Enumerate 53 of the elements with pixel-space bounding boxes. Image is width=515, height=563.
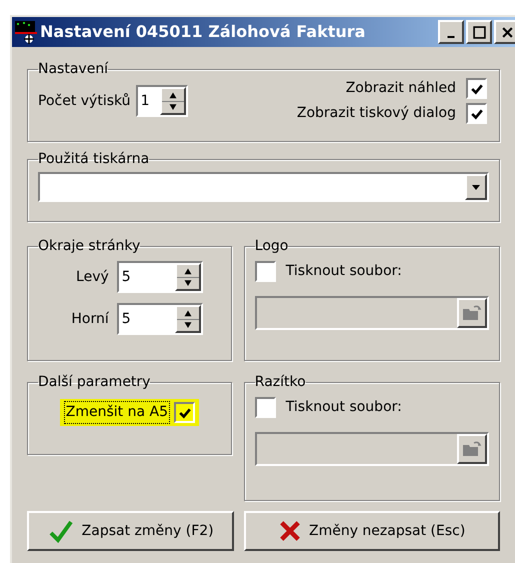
reduce-option[interactable]: Zmenšit na A5 (60, 399, 199, 426)
spin-buttons[interactable] (174, 305, 201, 333)
checkbox-label: Tisknout soubor: (286, 262, 402, 281)
check-icon (470, 82, 482, 94)
printer-dropdown[interactable] (38, 172, 489, 202)
caret-icon (471, 182, 481, 192)
app-icon (14, 20, 38, 44)
checkbox[interactable] (466, 103, 487, 124)
checkbox[interactable] (174, 402, 195, 423)
spin-field[interactable]: 5 (116, 261, 203, 293)
save-button[interactable]: Zapsat změny (F2) (27, 511, 234, 551)
field-value: 5 (120, 268, 132, 287)
dropdown-button[interactable] (465, 174, 487, 200)
folder-icon (462, 441, 482, 457)
checkbox[interactable] (466, 78, 487, 99)
cancel-button[interactable]: Změny nezapsat (Esc) (244, 511, 500, 551)
checkbox-label: Zobrazit tiskový dialog (296, 104, 456, 123)
margin-label: Levý (76, 268, 109, 286)
group-title: Použitá tiskárna (38, 150, 150, 168)
checkbox-label: Tisknout soubor: (286, 398, 402, 417)
margin-label: Horní (71, 310, 109, 328)
field-value: 1 (140, 92, 150, 111)
maximize-icon (472, 26, 486, 38)
spin-buttons[interactable] (160, 87, 186, 115)
minimize-icon (447, 36, 455, 38)
spin-field[interactable]: 1 (136, 85, 188, 117)
check-icon (470, 108, 482, 120)
checkbox-label: Zobrazit náhled (346, 79, 456, 98)
folder-icon (462, 305, 482, 321)
checkbox[interactable] (254, 261, 276, 282)
group-title: Logo (254, 237, 288, 255)
field-value: 5 (120, 310, 132, 329)
file-path-field[interactable] (254, 432, 489, 466)
maximize-button[interactable] (466, 20, 492, 44)
minimize-button[interactable] (438, 20, 464, 44)
group-title: Razítko (254, 373, 306, 391)
spin-field[interactable]: 5 (116, 303, 203, 335)
checkbox[interactable] (254, 397, 276, 418)
browse-button[interactable] (457, 298, 487, 328)
close-button[interactable] (494, 20, 515, 44)
file-path-field[interactable] (254, 296, 489, 330)
spin-buttons[interactable] (174, 263, 201, 291)
group-title: Další parametry (38, 373, 150, 391)
window-title: Nastavení 045011 Zálohová Faktura (40, 21, 366, 43)
copies-label: Počet výtisků (38, 92, 131, 110)
close-icon (500, 26, 514, 38)
checkmark-icon (48, 519, 74, 543)
check-icon (178, 406, 190, 418)
cross-icon (278, 520, 301, 542)
group-title: Nastavení (38, 60, 108, 78)
checkbox-label: Zmenšit na A5 (64, 401, 170, 424)
group-title: Okraje stránky (38, 237, 140, 255)
browse-button[interactable] (457, 434, 487, 464)
